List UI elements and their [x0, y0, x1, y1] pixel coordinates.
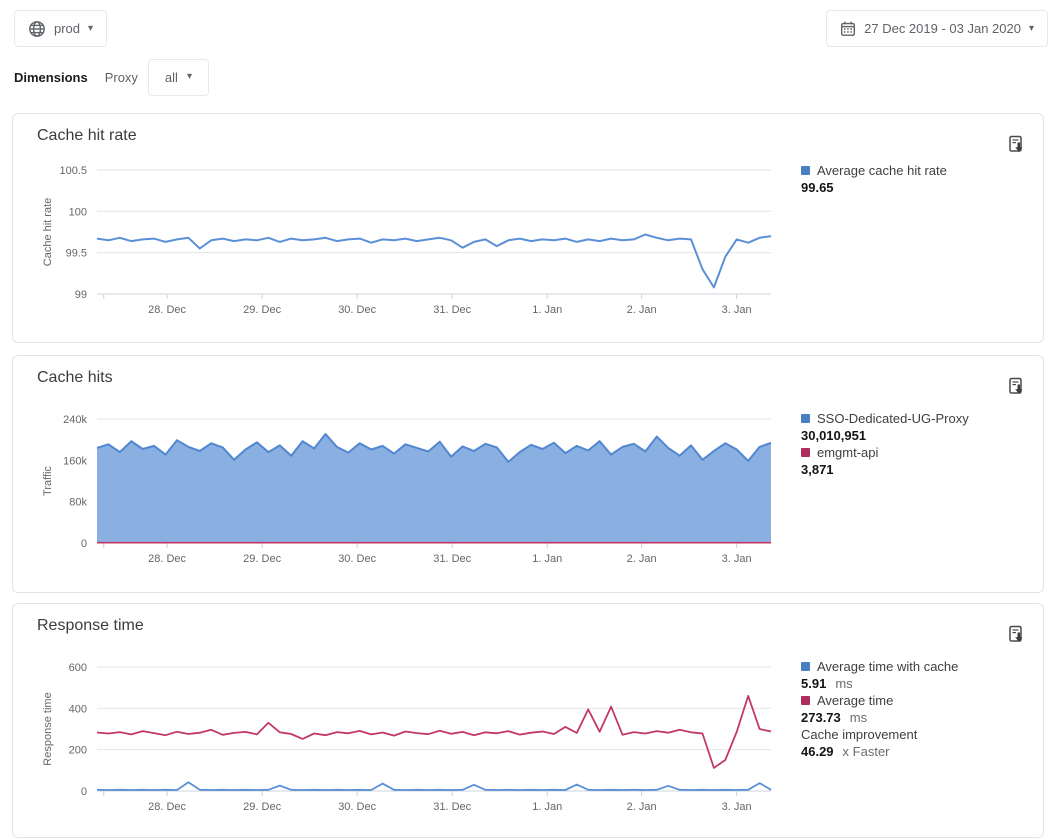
y-tick-label: 240k [63, 414, 87, 426]
x-tick-label: 1. Jan [532, 553, 562, 565]
y-tick-label: 100 [69, 206, 87, 218]
series-Average time [97, 696, 771, 768]
y-tick-label: 600 [69, 662, 87, 674]
x-tick-label: 31. Dec [433, 801, 471, 813]
legend-label: emgmt-api [801, 444, 1041, 461]
chart-legend: Average cache hit rate99.65 [801, 162, 1041, 196]
y-axis-title: Response time [42, 692, 54, 765]
proxy-filter-dropdown[interactable]: all ▾ [148, 59, 209, 96]
series-Average time with cache [97, 782, 771, 790]
x-tick-label: 28. Dec [148, 801, 186, 813]
x-tick-label: 3. Jan [722, 553, 752, 565]
x-tick-label: 29. Dec [243, 553, 281, 565]
page-title: Response time [37, 617, 144, 635]
legend-label: Average time with cache [801, 658, 1041, 675]
series-Average cache hit rate [97, 235, 771, 288]
report-download-icon[interactable] [1005, 376, 1029, 400]
chart-legend: SSO-Dedicated-UG-Proxy30,010,951emgmt-ap… [801, 410, 1041, 478]
chevron-down-icon: ▾ [187, 72, 192, 82]
dimensions-label: Dimensions [14, 70, 88, 85]
x-tick-label: 31. Dec [433, 304, 471, 316]
date-range-selector[interactable]: 27 Dec 2019 - 03 Jan 2020 ▾ [826, 10, 1048, 47]
x-tick-label: 2. Jan [627, 304, 657, 316]
y-tick-label: 160k [63, 455, 87, 467]
panel-cache-hits: Cache hits SSO-Dedicated-UG-Proxy30,010,… [12, 355, 1044, 593]
x-tick-label: 28. Dec [148, 553, 186, 565]
x-tick-label: 2. Jan [627, 553, 657, 565]
legend-value: 5.91ms [801, 675, 1041, 692]
panel-cache-hit-rate: Cache hit rate Average cache hit rate99.… [12, 113, 1044, 343]
legend-value: 30,010,951 [801, 427, 1041, 444]
date-range-label: 27 Dec 2019 - 03 Jan 2020 [864, 21, 1021, 36]
legend-value: 99.65 [801, 179, 1041, 196]
legend-swatch-icon [801, 662, 810, 671]
x-tick-label: 3. Jan [722, 304, 752, 316]
x-tick-label: 28. Dec [148, 304, 186, 316]
x-tick-label: 3. Jan [722, 801, 752, 813]
page-title: Cache hit rate [37, 127, 137, 145]
legend-label: SSO-Dedicated-UG-Proxy [801, 410, 1041, 427]
y-tick-label: 400 [69, 703, 87, 715]
calendar-icon [840, 21, 856, 37]
legend-swatch-icon [801, 414, 810, 423]
y-axis-title: Traffic [42, 466, 54, 496]
y-axis-title: Cache hit rate [42, 198, 54, 266]
y-tick-label: 80k [69, 497, 87, 509]
chart-canvas: 600 400 200 0 28. Dec 29. Dec 30. Dec 31. Dec 1.… [37, 661, 783, 819]
legend-value: 3,871 [801, 461, 1041, 478]
y-tick-label: 99 [75, 289, 87, 301]
chart-legend: Average time with cache5.91msAverage tim… [801, 658, 1041, 760]
cache-performance-dashboard: { "toolbar": { "env_label": "prod", "dat… [0, 0, 1058, 830]
response-time-chart[interactable]: 600 400 200 0 28. Dec 29. Dec 30. Dec 31. Dec 1.… [37, 661, 783, 824]
x-tick-label: 30. Dec [338, 801, 376, 813]
dimension-name-label: Proxy [105, 70, 138, 85]
cache-hits-chart[interactable]: 240k 160k 80k 0 28. Dec 29. Dec 30. Dec 31. Dec… [37, 413, 783, 576]
legend-value: 273.73ms [801, 709, 1041, 726]
report-download-icon[interactable] [1005, 134, 1029, 158]
legend-swatch-icon [801, 448, 810, 457]
panel-response-time: Response time Average time with cache5.9… [12, 603, 1044, 838]
chevron-down-icon: ▾ [88, 24, 93, 34]
legend-swatch-icon [801, 166, 810, 175]
proxy-filter-value: all [165, 70, 178, 85]
legend-swatch-icon [801, 696, 810, 705]
environment-label: prod [54, 21, 80, 36]
x-tick-label: 2. Jan [627, 801, 657, 813]
y-tick-label: 200 [69, 745, 87, 757]
y-tick-label: 100.5 [59, 165, 87, 177]
environment-selector[interactable]: prod ▾ [14, 10, 107, 47]
x-tick-label: 30. Dec [338, 304, 376, 316]
legend-value: 46.29x Faster [801, 743, 1041, 760]
x-tick-label: 30. Dec [338, 553, 376, 565]
legend-label: Average time [801, 692, 1041, 709]
chart-canvas: 240k 160k 80k 0 28. Dec 29. Dec 30. Dec 31. Dec… [37, 413, 783, 571]
chart-canvas: 100.5 100 99.5 99 28. Dec 29. Dec 30. Dec 31. D… [37, 164, 783, 322]
dimensions-filter-row: Dimensions Proxy all ▾ [14, 58, 209, 96]
legend-label: Average cache hit rate [801, 162, 1041, 179]
x-tick-label: 1. Jan [532, 304, 562, 316]
page-title: Cache hits [37, 369, 113, 387]
y-tick-label: 0 [81, 538, 87, 550]
x-tick-label: 31. Dec [433, 553, 471, 565]
chevron-down-icon: ▾ [1029, 24, 1034, 34]
x-tick-label: 29. Dec [243, 304, 281, 316]
legend-label: Cache improvement [801, 726, 1041, 743]
y-tick-label: 99.5 [66, 248, 87, 260]
x-tick-label: 1. Jan [532, 801, 562, 813]
globe-icon [28, 20, 46, 38]
y-tick-label: 0 [81, 786, 87, 798]
x-tick-label: 29. Dec [243, 801, 281, 813]
report-download-icon[interactable] [1005, 624, 1029, 648]
cache-hit-rate-chart[interactable]: 100.5 100 99.5 99 28. Dec 29. Dec 30. Dec 31. D… [37, 164, 783, 327]
